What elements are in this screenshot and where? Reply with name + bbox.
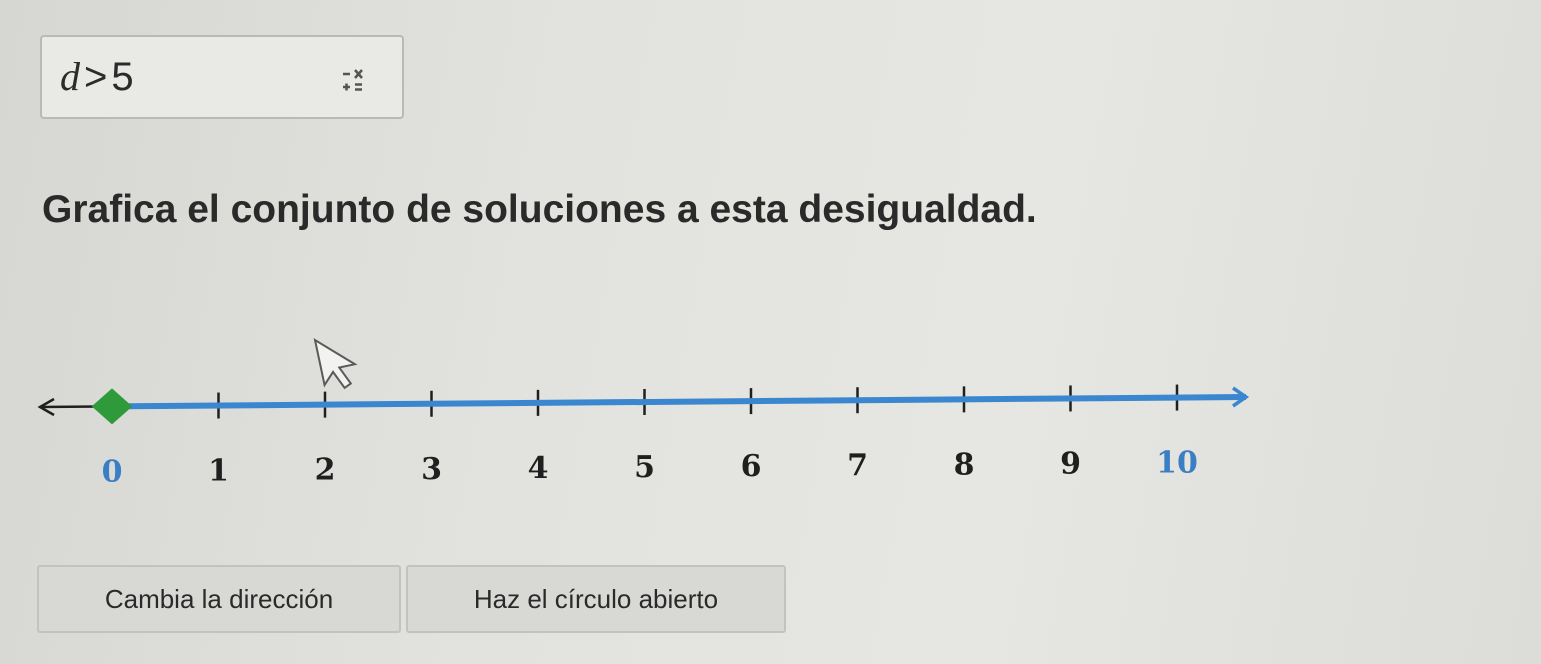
solution-endpoint[interactable] [91,388,133,425]
inequality-value: 5 [111,55,134,99]
inequality-variable: d [60,54,80,99]
math-keypad-icon[interactable] [340,63,366,97]
number-line[interactable]: 0 1 2 3 4 5 6 7 8 9 10 [0,330,1300,500]
tick-label: 2 [315,453,336,488]
instruction-text: Grafica el conjunto de soluciones a esta… [42,188,1037,231]
open-circle-button[interactable]: Haz el círculo abierto [406,565,786,633]
solution-ray [111,394,1247,410]
answer-input[interactable]: d >5 [40,35,404,119]
tick-label: 6 [741,449,762,484]
tick-label: 8 [954,447,975,482]
tick-label: 1 [208,454,229,489]
cursor-icon [313,337,358,390]
tick-label: 5 [634,450,655,485]
tick-label: 3 [421,452,442,487]
tick-label: 0 [102,454,123,489]
inequality-operator: > [84,55,108,99]
inequality-expression: d >5 [60,54,134,100]
tick-label: 7 [847,448,868,483]
tick-label: 10 [1156,446,1198,481]
tick-label: 4 [528,451,549,486]
change-direction-button[interactable]: Cambia la dirección [37,565,401,633]
tick-label: 9 [1060,446,1081,481]
